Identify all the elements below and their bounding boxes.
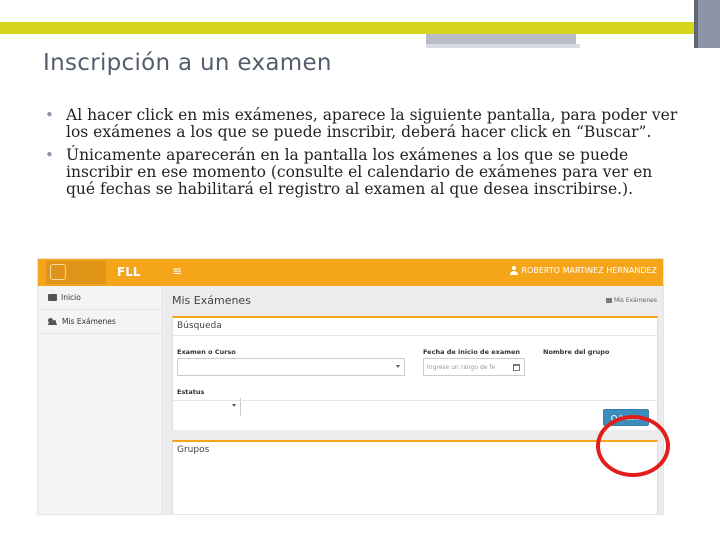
sidebar-item-label: Inicio	[61, 293, 81, 302]
menu-toggle-icon[interactable]: ≡	[172, 264, 182, 278]
main-content: Mis Exámenes Mis Exámenes Búsqueda Exame…	[164, 286, 663, 514]
folder-icon	[48, 294, 57, 301]
slide-title-accent	[426, 34, 576, 44]
calendar-icon	[513, 364, 520, 371]
search-panel: Búsqueda Examen o Curso Fecha de inicio …	[172, 316, 658, 430]
folder-icon	[605, 298, 612, 303]
chevron-down-icon	[396, 365, 400, 368]
slide-title-accent-light	[426, 44, 580, 48]
highlight-circle	[596, 415, 670, 477]
bullet-item: • Únicamente aparecerán en la pantalla lo…	[42, 147, 682, 198]
group-label: Nombre del grupo	[543, 348, 610, 356]
breadcrumb-label: Mis Exámenes	[613, 297, 657, 304]
date-placeholder: Ingrese un rango de fe	[427, 364, 496, 371]
sidebar: Inicio Mis Exámenes	[38, 286, 163, 514]
app-brand[interactable]: FLL	[117, 265, 141, 279]
search-panel-footer: Buscar	[173, 400, 657, 432]
status-label: Estatus	[177, 388, 205, 396]
users-icon	[48, 318, 58, 325]
app-screenshot: FLL ≡ ROBERTO MARTINEZ HERNANDEZ Inicio …	[37, 258, 664, 515]
user-name: ROBERTO MARTINEZ HERNANDEZ	[521, 266, 657, 275]
date-label: Fecha de inicio de examen	[423, 348, 521, 356]
groups-panel: Grupos	[172, 440, 658, 514]
search-panel-title: Búsqueda	[177, 321, 222, 331]
slide-title: Inscripción a un examen	[43, 50, 332, 76]
bullet-text: Al hacer click en mis exámenes, aparece …	[66, 106, 678, 141]
exam-select[interactable]	[177, 358, 405, 376]
breadcrumb[interactable]: Mis Exámenes	[605, 297, 657, 304]
page-title: Mis Exámenes	[172, 294, 251, 307]
exam-label: Examen o Curso	[177, 348, 236, 356]
bullet-item: • Al hacer click en mis exámenes, aparece…	[42, 107, 682, 141]
groups-panel-title: Grupos	[177, 445, 210, 455]
sidebar-item-label: Mis Exámenes	[62, 317, 116, 326]
sidebar-item-inicio[interactable]: Inicio	[38, 286, 163, 310]
app-header: FLL ≡ ROBERTO MARTINEZ HERNANDEZ	[38, 259, 663, 286]
university-logo	[46, 261, 106, 284]
slide-top-band	[0, 0, 698, 22]
sidebar-item-mis-examenes[interactable]: Mis Exámenes	[38, 310, 163, 334]
date-range-input[interactable]: Ingrese un rango de fe	[423, 358, 525, 376]
bullet-dot-icon: •	[45, 146, 54, 164]
panel-divider	[173, 335, 657, 336]
bullet-text: Únicamente aparecerán en la pantalla los…	[66, 146, 653, 198]
bullet-dot-icon: •	[45, 106, 54, 124]
user-menu[interactable]: ROBERTO MARTINEZ HERNANDEZ	[510, 266, 657, 275]
user-icon	[510, 266, 519, 275]
seal-icon	[50, 264, 66, 280]
slide-corner-decoration	[698, 0, 720, 48]
bullet-list: • Al hacer click en mis exámenes, aparece…	[42, 107, 682, 204]
slide-accent-bar	[0, 22, 698, 34]
